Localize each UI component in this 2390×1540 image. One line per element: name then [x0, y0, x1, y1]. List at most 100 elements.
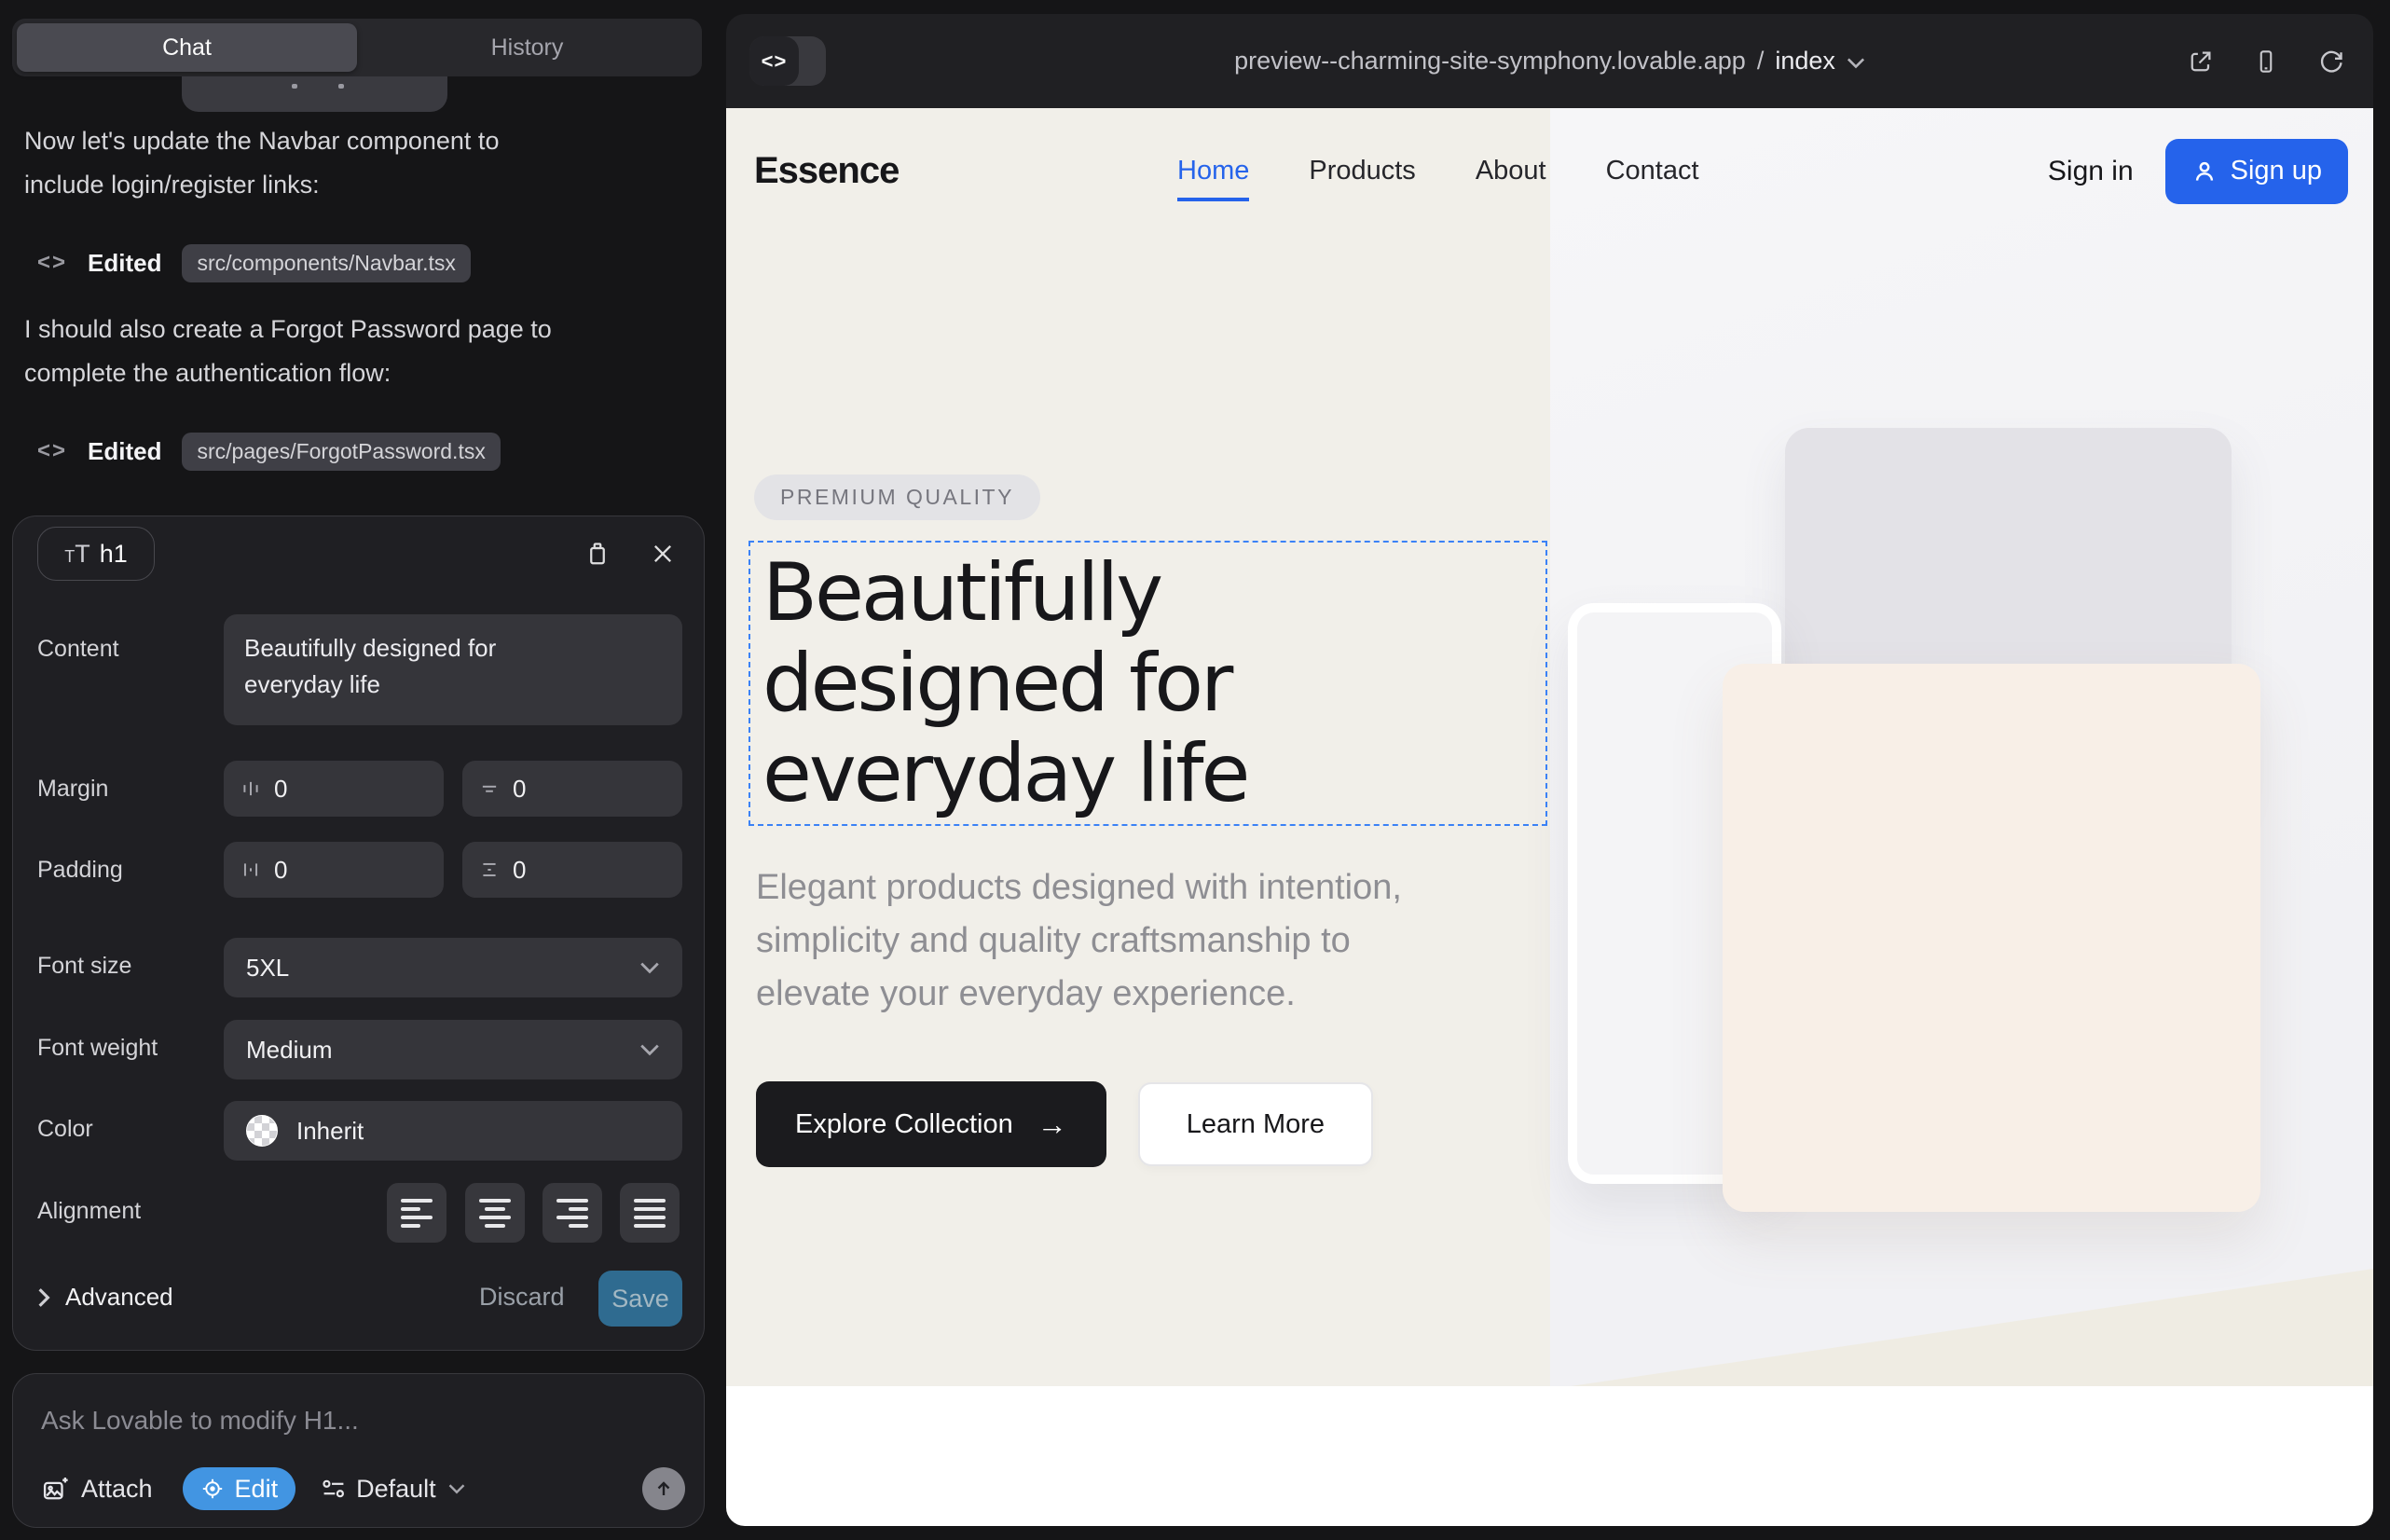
padding-y-input[interactable]: 0	[462, 842, 682, 898]
decorative-card-beige	[1723, 664, 2260, 1212]
preview-actions	[2185, 14, 2347, 108]
align-justify-button[interactable]	[620, 1183, 680, 1243]
font-size-value: 5XL	[246, 954, 289, 983]
align-justify-icon	[634, 1199, 666, 1228]
font-weight-label: Font weight	[37, 1035, 158, 1062]
site-logo[interactable]: Essence	[754, 108, 899, 234]
padding-horizontal-icon	[240, 859, 261, 880]
margin-horizontal-icon	[240, 778, 261, 799]
edit-label: Edit	[235, 1475, 279, 1504]
content-line: Beautifully designed for	[244, 630, 662, 667]
sign-up-button[interactable]: Sign up	[2165, 139, 2348, 204]
mode-label: Default	[356, 1475, 436, 1504]
margin-x-input[interactable]: 0	[224, 761, 444, 817]
open-external-button[interactable]	[2185, 46, 2217, 77]
chat-panel: Chat History Now let's update the Navbar…	[0, 0, 726, 1540]
padding-y-value: 0	[513, 856, 526, 885]
align-right-button[interactable]	[543, 1183, 602, 1243]
code-icon: <>	[37, 438, 67, 464]
selected-element-badge: TT h1	[37, 527, 155, 581]
padding-vertical-icon	[479, 859, 500, 880]
element-tag: h1	[100, 540, 128, 569]
composer-toolbar: Attach Edit	[41, 1465, 685, 1512]
dot	[338, 84, 344, 89]
target-icon	[200, 1477, 225, 1501]
nav-links: Home Products About Contact	[1177, 108, 1699, 234]
chevron-right-icon	[37, 1287, 50, 1308]
color-label: Color	[37, 1116, 93, 1143]
preview-toolbar: <> preview--charming-site-symphony.lovab…	[726, 14, 2373, 108]
selected-h1-outline[interactable]: Beautifully designed for everyday life	[749, 541, 1547, 826]
url-domain: preview--charming-site-symphony.lovable.…	[1234, 47, 1746, 76]
explore-label: Explore Collection	[795, 1109, 1013, 1140]
element-inspector-panel: TT h1 Content	[12, 516, 705, 1351]
edit-mode-button[interactable]: Edit	[183, 1467, 296, 1510]
font-size-label: Font size	[37, 953, 131, 980]
sign-in-link[interactable]: Sign in	[2048, 156, 2134, 187]
app-window: Chat History Now let's update the Navbar…	[0, 0, 2390, 1540]
external-link-icon	[2187, 48, 2215, 76]
file-chip[interactable]: src/pages/ForgotPassword.tsx	[182, 433, 500, 471]
heading-line: Beautifully	[762, 548, 1247, 639]
margin-label: Margin	[37, 776, 108, 803]
paragraph-line: Elegant products designed with intention…	[756, 861, 1402, 914]
chevron-down-icon	[639, 1043, 660, 1056]
nav-item-products[interactable]: Products	[1309, 156, 1415, 186]
nav-auth-actions: Sign in Sign up	[2048, 108, 2348, 234]
url-bar[interactable]: preview--charming-site-symphony.lovable.…	[726, 14, 2373, 108]
message-line: Now let's update the Navbar component to	[24, 119, 686, 163]
tab-chat[interactable]: Chat	[17, 23, 357, 72]
message-line: include login/register links:	[24, 163, 686, 207]
color-picker[interactable]: Inherit	[224, 1101, 682, 1161]
site-navbar: Essence Home Products About Contact Sign…	[726, 108, 2373, 234]
send-button[interactable]	[642, 1467, 685, 1510]
attach-label: Attach	[81, 1475, 153, 1504]
mobile-phone-icon	[2253, 48, 2279, 76]
paragraph-line: simplicity and quality craftsmanship to	[756, 914, 1402, 968]
mobile-preview-button[interactable]	[2250, 46, 2282, 77]
discard-button[interactable]: Discard	[479, 1283, 565, 1312]
refresh-icon	[2317, 48, 2345, 76]
refresh-button[interactable]	[2315, 46, 2347, 77]
color-swatch	[246, 1115, 278, 1147]
advanced-expander[interactable]: Advanced	[37, 1283, 173, 1312]
explore-collection-button[interactable]: Explore Collection →	[756, 1081, 1106, 1167]
edited-file-row: <> Edited src/components/Navbar.tsx	[37, 242, 471, 283]
attach-button[interactable]: Attach	[41, 1475, 153, 1504]
nav-item-about[interactable]: About	[1476, 156, 1546, 186]
url-separator: /	[1757, 47, 1765, 76]
content-input[interactable]: Beautifully designed for everyday life	[224, 614, 682, 725]
margin-y-input[interactable]: 0	[462, 761, 682, 817]
chevron-down-icon	[639, 961, 660, 974]
hero-paragraph: Elegant products designed with intention…	[756, 861, 1402, 1021]
nav-item-home[interactable]: Home	[1177, 156, 1249, 186]
file-chip[interactable]: src/components/Navbar.tsx	[182, 244, 470, 282]
mode-selector[interactable]: Default	[322, 1475, 465, 1504]
content-label: Content	[37, 636, 119, 663]
prompt-input[interactable]: Ask Lovable to modify H1...	[41, 1406, 359, 1436]
typography-icon: TT	[64, 540, 90, 569]
message-line: complete the authentication flow:	[24, 351, 686, 395]
font-weight-select[interactable]: Medium	[224, 1020, 682, 1079]
paragraph-line: elevate your everyday experience.	[756, 968, 1402, 1021]
nav-item-contact[interactable]: Contact	[1606, 156, 1699, 186]
hero-heading[interactable]: Beautifully designed for everyday life	[762, 548, 1247, 819]
delete-element-button[interactable]	[581, 537, 614, 571]
close-icon	[650, 541, 676, 567]
align-center-button[interactable]	[465, 1183, 525, 1243]
close-inspector-button[interactable]	[646, 537, 680, 571]
assistant-message: I should also create a Forgot Password p…	[24, 308, 686, 395]
tab-history[interactable]: History	[357, 23, 697, 72]
font-weight-value: Medium	[246, 1036, 332, 1065]
active-nav-underline	[1177, 198, 1249, 201]
font-size-select[interactable]: 5XL	[224, 938, 682, 997]
chevron-down-icon	[448, 1483, 465, 1494]
chevron-down-icon	[1847, 57, 1865, 69]
chat-history-tabs: Chat History	[12, 19, 702, 76]
learn-more-button[interactable]: Learn More	[1138, 1082, 1373, 1166]
align-left-button[interactable]	[387, 1183, 446, 1243]
save-button[interactable]: Save	[598, 1271, 682, 1327]
margin-x-value: 0	[274, 775, 287, 804]
align-right-icon	[556, 1199, 588, 1228]
padding-x-input[interactable]: 0	[224, 842, 444, 898]
